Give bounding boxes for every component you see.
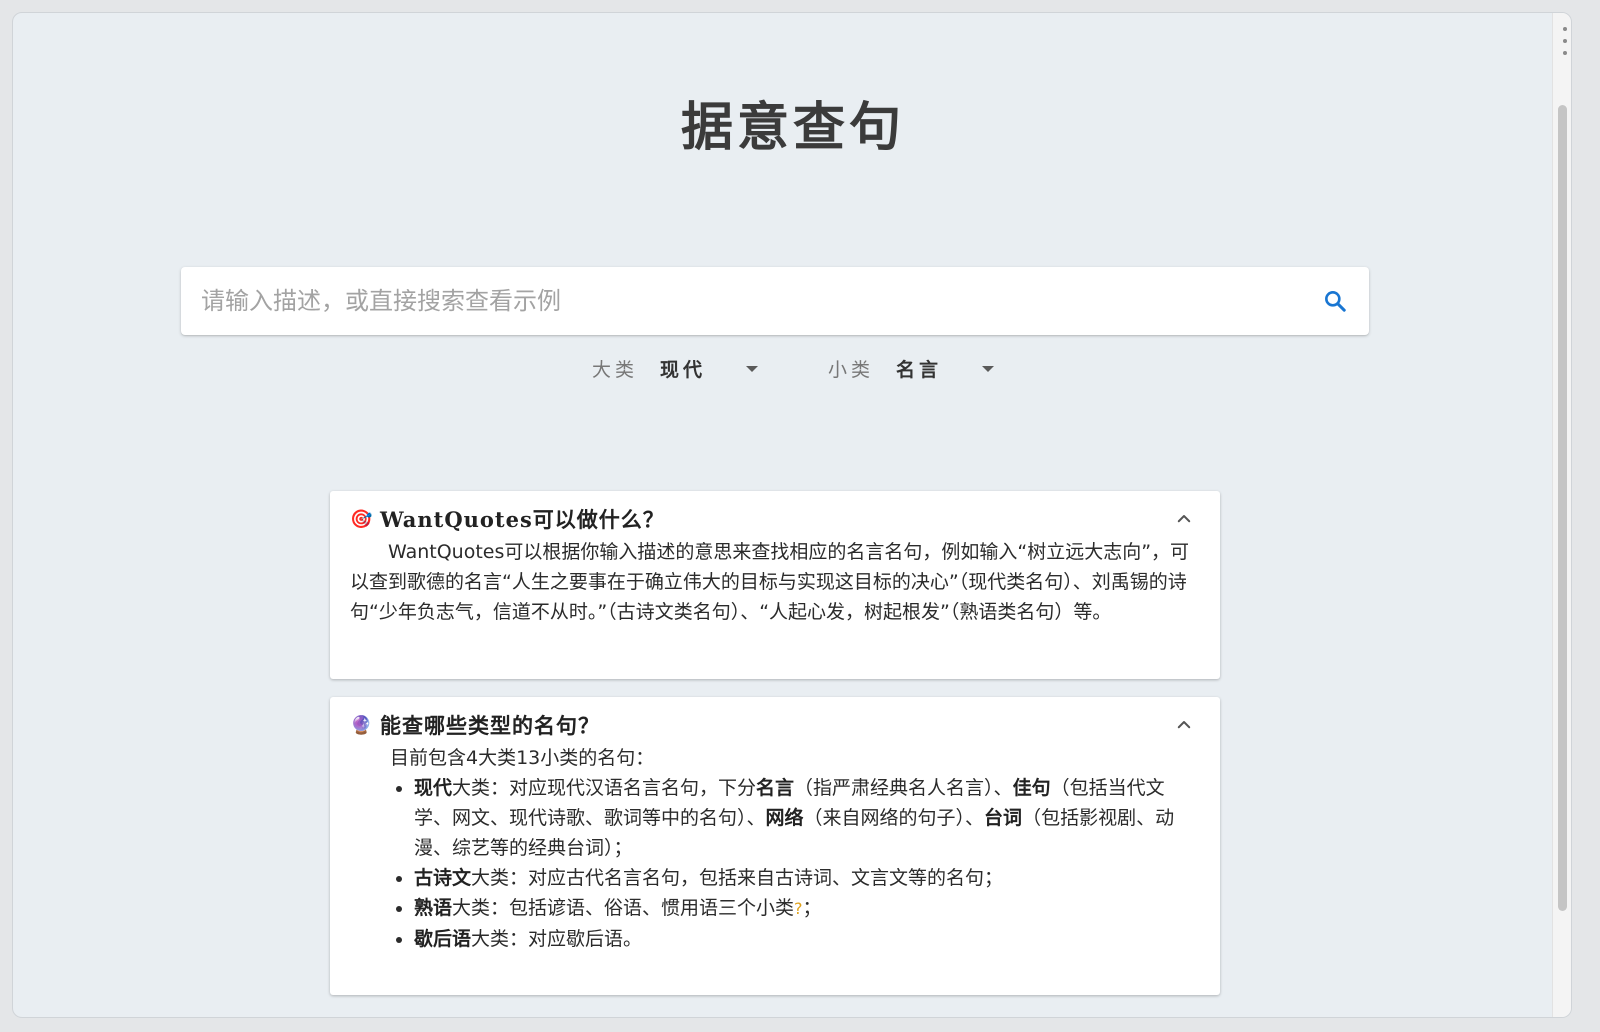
search-icon xyxy=(1325,291,1346,312)
faq-answer-text: WantQuotes可以根据你输入描述的意思来查找相应的名言名句，例如输入“树立… xyxy=(350,541,1190,623)
caret-down-icon[interactable] xyxy=(746,365,758,372)
more-options-icon[interactable] xyxy=(1559,27,1571,55)
category-desc-tail: ； xyxy=(802,897,822,919)
faq-card-what: 🎯 WantQuotes可以做什么？ WantQuotes可以根据你输入描述的意… xyxy=(330,491,1220,679)
types-list: 现代大类：对应现代汉语名言名句，下分名言（指严肃经典名人名言）、佳句（包括当代文… xyxy=(350,773,1198,954)
scrollbar-track[interactable] xyxy=(1552,13,1571,1017)
category-name: 歇后语 xyxy=(414,928,472,950)
caret-down-icon[interactable] xyxy=(982,365,995,372)
page-title: 据意查句 xyxy=(680,97,905,158)
category-desc: 大类：包括谚语、俗语、惯用语三个小类 xyxy=(452,897,795,919)
major-category-label: 大类 xyxy=(591,359,638,381)
crystal-ball-icon: 🔮 xyxy=(350,714,373,736)
faq-card-header[interactable]: 🔮 能查哪些类型的名句？ xyxy=(350,711,1198,739)
category-desc: 大类：对应古代名言名句，包括来自古诗词、文言文等的名句； xyxy=(471,867,1004,889)
chevron-up-icon xyxy=(1177,515,1191,523)
category-desc: 大类：对应现代汉语名言名句，下分 xyxy=(452,777,757,799)
faq-card-body: WantQuotes可以根据你输入描述的意思来查找相应的名言名句，例如输入“树立… xyxy=(350,537,1198,627)
chevron-up-icon xyxy=(1177,721,1191,729)
types-intro: 目前包含4大类13小类的名句： xyxy=(390,747,655,769)
faq-card-header[interactable]: 🎯 WantQuotes可以做什么？ xyxy=(350,505,1198,533)
subcategory-name: 台词 xyxy=(984,807,1023,829)
faq-card-types: 🔮 能查哪些类型的名句？ 目前包含4大类13小类的名句： 现代大类：对应现代汉语… xyxy=(330,697,1220,995)
search-box xyxy=(181,267,1369,335)
faq-card-title: WantQuotes可以做什么？ xyxy=(380,507,665,532)
subcategory-desc: （来自网络的句子）、 xyxy=(803,807,985,829)
minor-category-label: 小类 xyxy=(828,359,875,381)
list-item: 熟语大类：包括谚语、俗语、惯用语三个小类?； xyxy=(414,893,1198,924)
minor-category-value[interactable]: 名言 xyxy=(896,355,976,382)
collapse-button[interactable] xyxy=(1170,711,1198,739)
category-name: 熟语 xyxy=(414,897,453,919)
category-name: 古诗文 xyxy=(414,867,472,889)
list-item: 歇后语大类：对应歇后语。 xyxy=(414,924,1198,954)
major-category-value[interactable]: 现代 xyxy=(660,355,740,382)
subcategory-desc: （指严肃经典名人名言）、 xyxy=(794,777,1013,799)
browser-window: 据意查句 大类 现代 小类 名言 🎯 WantQuotes可以做什么？ xyxy=(12,12,1572,1018)
search-input[interactable] xyxy=(181,267,1307,335)
list-item: 古诗文大类：对应古代名言名句，包括来自古诗词、文言文等的名句； xyxy=(414,863,1198,893)
faq-card-title: 能查哪些类型的名句？ xyxy=(380,713,600,738)
collapse-button[interactable] xyxy=(1170,505,1198,533)
faq-card-body: 目前包含4大类13小类的名句： 现代大类：对应现代汉语名言名句，下分名言（指严肃… xyxy=(350,743,1198,954)
target-icon: 🎯 xyxy=(350,508,373,530)
search-button[interactable] xyxy=(1307,273,1363,329)
category-desc: 大类：对应歇后语。 xyxy=(471,928,643,950)
list-item: 现代大类：对应现代汉语名言名句，下分名言（指严肃经典名人名言）、佳句（包括当代文… xyxy=(414,773,1198,863)
question-mark-icon[interactable]: ? xyxy=(794,899,803,918)
minor-category-select[interactable]: 小类 名言 xyxy=(828,355,995,382)
scrollbar-thumb[interactable] xyxy=(1558,105,1567,911)
subcategory-name: 名言 xyxy=(756,777,795,799)
major-category-select[interactable]: 大类 现代 xyxy=(592,355,758,382)
subcategory-name: 佳句 xyxy=(1012,777,1051,799)
subcategory-name: 网络 xyxy=(765,807,804,829)
category-name: 现代 xyxy=(414,777,453,799)
filter-bar: 大类 现代 小类 名言 xyxy=(13,355,1571,382)
